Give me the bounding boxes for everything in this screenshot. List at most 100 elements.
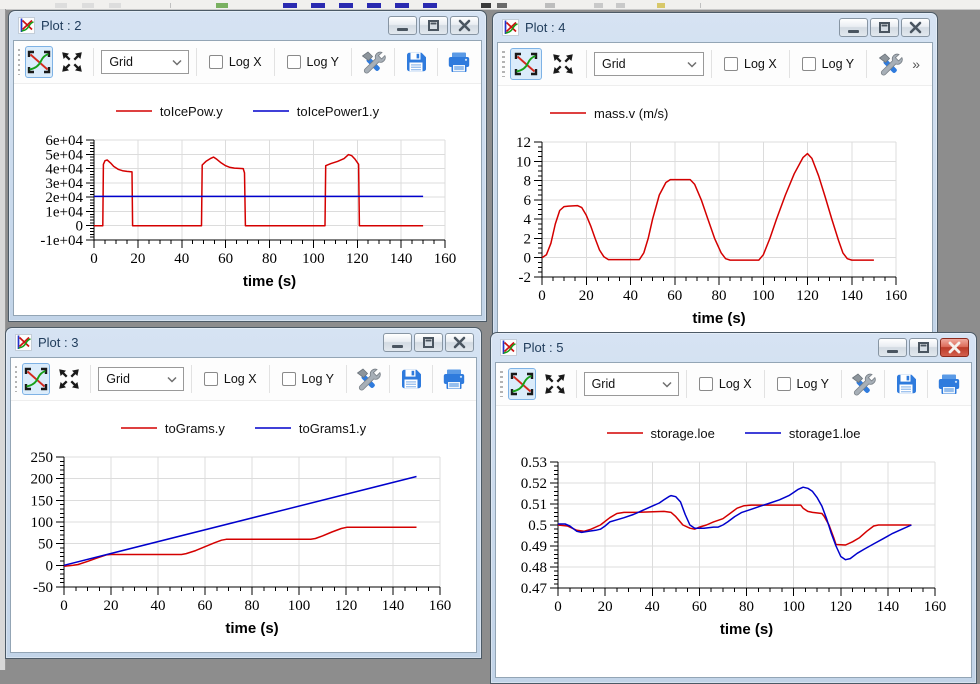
- plot-toolbar: Grid Log X Log Y: [11, 358, 476, 401]
- log-x-checkbox[interactable]: Log X: [719, 57, 782, 71]
- svg-text:0: 0: [554, 599, 562, 615]
- log-x-checkbox[interactable]: Log X: [199, 372, 262, 386]
- log-y-checkbox[interactable]: Log Y: [277, 372, 339, 386]
- setup-button[interactable]: [359, 46, 387, 78]
- log-x-checkbox[interactable]: Log X: [694, 377, 757, 391]
- toolbar-icon-fragment: [339, 3, 353, 8]
- legend-label: toGrams.y: [165, 421, 225, 436]
- legend-item[interactable]: toIcePower1.y: [253, 104, 379, 119]
- log-y-checkbox[interactable]: Log Y: [772, 377, 834, 391]
- svg-text:3e+04: 3e+04: [45, 176, 83, 192]
- log-x-label: Log X: [719, 377, 752, 391]
- setup-button[interactable]: [354, 363, 382, 395]
- maximize-button[interactable]: [870, 18, 899, 37]
- chart-legend: toGrams.y toGrams1.y: [19, 413, 468, 443]
- auto-scale-button[interactable]: [25, 46, 53, 78]
- save-button[interactable]: [892, 368, 920, 400]
- svg-text:120: 120: [346, 251, 369, 267]
- setup-button[interactable]: [849, 368, 877, 400]
- close-button[interactable]: [901, 18, 930, 37]
- toolbar-separator: [191, 365, 192, 393]
- minimize-button[interactable]: [839, 18, 868, 37]
- window-titlebar[interactable]: Plot : 3: [10, 328, 477, 357]
- chart-area: storage.loestorage1.loe 0204060801001201…: [496, 406, 971, 677]
- window-body: Grid Log X Log Y storage.loe storage1.loe…: [495, 362, 972, 678]
- close-button[interactable]: [450, 16, 479, 35]
- svg-text:80: 80: [262, 251, 277, 267]
- plot-toolbar: Grid Log X Log Y: [14, 41, 481, 84]
- toolbar-grip[interactable]: [15, 366, 17, 392]
- toolbar-separator: [700, 3, 701, 8]
- svg-text:100: 100: [752, 288, 775, 304]
- legend-item[interactable]: toGrams.y: [121, 421, 225, 436]
- log-y-checkbox[interactable]: Log Y: [797, 57, 859, 71]
- window-title: Plot : 5: [523, 340, 872, 355]
- fit-in-view-button[interactable]: [58, 46, 86, 78]
- toolbar-icon-fragment: [311, 3, 325, 8]
- legend-item[interactable]: mass.v (m/s): [550, 106, 668, 121]
- plot-window-icon: [500, 339, 517, 356]
- svg-text:-1e+04: -1e+04: [40, 233, 83, 249]
- grid-dropdown[interactable]: Grid: [98, 367, 184, 391]
- svg-text:2e+04: 2e+04: [45, 190, 83, 206]
- setup-button[interactable]: [874, 48, 906, 80]
- legend-item[interactable]: storage1.loe: [745, 426, 861, 441]
- svg-text:60: 60: [218, 251, 233, 267]
- svg-text:120: 120: [335, 598, 358, 614]
- svg-text:0.5: 0.5: [528, 518, 547, 534]
- minimize-button[interactable]: [383, 333, 412, 352]
- grid-dropdown[interactable]: Grid: [101, 50, 189, 74]
- close-button[interactable]: [445, 333, 474, 352]
- svg-text:0.52: 0.52: [521, 476, 547, 492]
- legend-item[interactable]: toGrams1.y: [255, 421, 366, 436]
- window-titlebar[interactable]: Plot : 4: [497, 13, 933, 42]
- maximize-button[interactable]: [419, 16, 448, 35]
- plot-window-3: Plot : 3 Grid Log X Log Y: [5, 327, 482, 659]
- fit-in-view-button[interactable]: [541, 368, 569, 400]
- grid-dropdown-value: Grid: [602, 57, 626, 71]
- minimize-button[interactable]: [388, 16, 417, 35]
- chevron-down-icon: [172, 59, 182, 66]
- svg-text:60: 60: [692, 599, 707, 615]
- minimize-button[interactable]: [878, 338, 907, 357]
- svg-text:4e+04: 4e+04: [45, 162, 83, 178]
- close-button[interactable]: [940, 338, 969, 357]
- fit-in-view-button[interactable]: [55, 363, 83, 395]
- legend-line-sample: [745, 431, 781, 435]
- toolbar-icon-fragment: [481, 3, 491, 8]
- legend-item[interactable]: storage.loe: [607, 426, 715, 441]
- toolbar-icon-fragment: [283, 3, 297, 8]
- auto-scale-button[interactable]: [22, 363, 50, 395]
- log-y-checkbox[interactable]: Log Y: [282, 55, 344, 69]
- fit-in-view-button[interactable]: [547, 48, 579, 80]
- window-body: Grid Log X Log Y toIcePow.y toIcePower1.y…: [13, 40, 482, 316]
- svg-text:-50: -50: [33, 580, 53, 596]
- legend-line-sample: [607, 431, 643, 435]
- grid-dropdown[interactable]: Grid: [594, 52, 704, 76]
- toolbar-icon-fragment: [82, 3, 94, 8]
- chart-plot-svg: 020406080100120140160-50050100150200250t…: [19, 443, 468, 643]
- print-button[interactable]: [935, 368, 963, 400]
- legend-item[interactable]: toIcePow.y: [116, 104, 223, 119]
- save-button[interactable]: [397, 363, 425, 395]
- chevron-down-icon: [167, 376, 177, 383]
- grid-dropdown-value: Grid: [592, 377, 616, 391]
- toolbar-grip[interactable]: [502, 51, 505, 77]
- window-titlebar[interactable]: Plot : 2: [13, 11, 482, 40]
- grid-dropdown[interactable]: Grid: [584, 372, 679, 396]
- maximize-button[interactable]: [909, 338, 938, 357]
- print-button[interactable]: [445, 46, 473, 78]
- save-button[interactable]: [402, 46, 430, 78]
- log-x-checkbox[interactable]: Log X: [204, 55, 267, 69]
- maximize-button[interactable]: [414, 333, 443, 352]
- caption-buttons: [383, 333, 474, 352]
- toolbar-grip[interactable]: [18, 49, 20, 75]
- auto-scale-button[interactable]: [510, 48, 542, 80]
- toolbar-overflow-button[interactable]: »: [912, 56, 924, 72]
- print-button[interactable]: [440, 363, 468, 395]
- toolbar-grip[interactable]: [500, 371, 503, 397]
- toolbar-icon-fragment: [55, 3, 67, 8]
- auto-scale-button[interactable]: [508, 368, 536, 400]
- window-titlebar[interactable]: Plot : 5: [495, 333, 972, 362]
- svg-text:60: 60: [667, 288, 682, 304]
